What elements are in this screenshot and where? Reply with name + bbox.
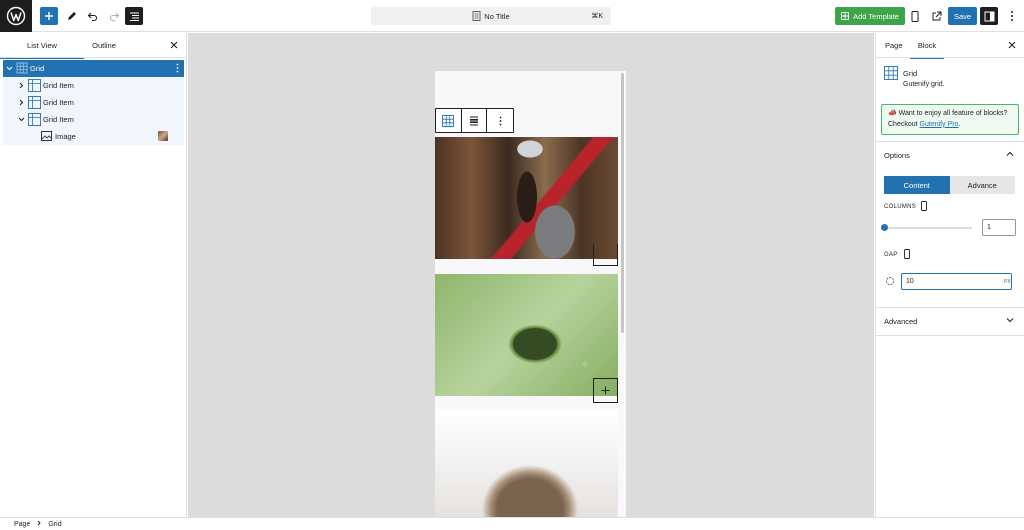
mobile-preview-icon[interactable] [906, 7, 924, 25]
tab-outline[interactable]: Outline [84, 33, 124, 58]
breadcrumb-page[interactable]: Page [14, 521, 30, 528]
chevron-down-icon[interactable] [17, 115, 25, 123]
grid-item-icon [28, 96, 41, 109]
image-thumbnail [158, 131, 168, 141]
add-block-inserter[interactable] [593, 244, 618, 266]
upgrade-notice: 📣 Want to enjoy all feature of blocks? C… [881, 104, 1019, 135]
tree-item-label: Grid Item [43, 98, 74, 107]
gap-unit[interactable]: PX [1004, 279, 1011, 285]
chevron-right-icon[interactable] [17, 81, 25, 89]
list-view-panel: List View Outline Grid Grid Item Grid It… [0, 33, 187, 517]
grid-item-icon [28, 113, 41, 126]
settings-sidebar-icon[interactable] [980, 7, 998, 25]
block-title: Grid [903, 69, 918, 78]
align-center-icon[interactable] [462, 109, 488, 132]
block-toolbar [435, 108, 514, 133]
chevron-right-icon [36, 520, 42, 528]
block-tree: Grid Grid Item Grid Item Grid Item Image [3, 60, 184, 145]
grid-block-icon [884, 66, 898, 82]
add-block-button[interactable] [40, 7, 58, 25]
save-button[interactable]: Save [948, 7, 977, 25]
settings-tabs: Page Block [876, 33, 1024, 59]
content-advance-toggle: Content Advance [884, 176, 1015, 194]
document-title: No Title [484, 11, 510, 21]
tree-item-grid-item[interactable]: Grid Item [3, 94, 184, 111]
chevron-down-icon[interactable] [1006, 316, 1014, 326]
undo-icon[interactable] [83, 7, 101, 25]
wordpress-logo-icon[interactable] [0, 0, 32, 32]
add-template-label: Add Template [853, 11, 899, 21]
tree-item-label: Image [55, 132, 76, 141]
shortcut-hint: ⌘K [591, 13, 603, 20]
document-overview-icon[interactable] [125, 7, 143, 25]
tab-content[interactable]: Content [884, 176, 950, 194]
grid-block-icon [16, 62, 28, 74]
gap-label: GAP [884, 252, 898, 258]
close-icon[interactable] [168, 39, 180, 51]
advanced-section-title[interactable]: Advanced [884, 317, 917, 326]
settings-panel: Page Block Grid Gutenify grid. 📣 Want to… [875, 33, 1024, 517]
mobile-device-icon[interactable] [904, 249, 910, 261]
mobile-device-icon[interactable] [921, 201, 927, 213]
cat-image[interactable] [435, 409, 618, 517]
columns-label: COLUMNS [884, 204, 917, 210]
tree-item-label: Grid Item [43, 115, 74, 124]
divider [876, 307, 1024, 308]
template-grid-icon [841, 12, 850, 20]
document-icon [472, 11, 481, 23]
editor-canvas[interactable] [188, 33, 874, 517]
add-template-button[interactable]: Add Template [835, 7, 905, 25]
divider [876, 141, 1024, 142]
tab-block[interactable]: Block [910, 33, 944, 59]
options-section-title[interactable]: Options [884, 151, 910, 160]
chevron-right-icon[interactable] [17, 98, 25, 106]
promo-end: . [958, 120, 961, 128]
tree-item-label: Grid [30, 64, 45, 73]
redo-icon[interactable] [105, 7, 123, 25]
columns-number-input[interactable]: 1 [982, 219, 1016, 236]
mobile-preview-frame [435, 71, 626, 517]
chevron-up-icon[interactable] [1006, 150, 1014, 160]
tree-item-grid-item[interactable]: Grid Item [3, 111, 184, 128]
block-options-icon[interactable] [176, 63, 179, 75]
more-options-icon[interactable] [1003, 7, 1021, 25]
link-sides-icon[interactable] [885, 276, 895, 288]
tree-item-grid[interactable]: Grid [3, 60, 184, 77]
scrollbar[interactable] [621, 73, 624, 333]
tree-item-image[interactable]: Image [3, 128, 184, 145]
tree-item-label: Grid Item [43, 81, 74, 90]
top-toolbar: No Title ⌘K Add Template Save [0, 0, 1024, 32]
megaphone-icon: 📣 [888, 110, 897, 117]
grid-item-icon [28, 79, 41, 92]
divider [876, 335, 1024, 336]
columns-slider-track[interactable] [884, 227, 972, 229]
grid-block-icon[interactable] [436, 109, 462, 132]
list-view-tabs: List View Outline [0, 33, 186, 59]
add-block-inserter[interactable] [593, 378, 618, 403]
command-palette-bar[interactable]: No Title ⌘K [371, 7, 611, 25]
tab-advance[interactable]: Advance [949, 176, 1015, 194]
breadcrumb-grid[interactable]: Grid [48, 521, 61, 528]
image-block-icon [41, 131, 53, 143]
block-description: Gutenify grid. [903, 81, 945, 88]
guitarist-image[interactable] [435, 137, 618, 259]
close-icon[interactable] [1006, 39, 1018, 51]
tools-pencil-icon[interactable] [62, 7, 80, 25]
block-options-icon[interactable] [487, 109, 513, 132]
chevron-down-icon[interactable] [5, 64, 13, 72]
tab-list-view[interactable]: List View [0, 33, 84, 59]
gap-input[interactable]: 10 [901, 273, 1012, 290]
frog-image[interactable] [435, 274, 618, 396]
gutenify-pro-link[interactable]: Gutenify Pro [920, 121, 959, 128]
view-external-icon[interactable] [927, 7, 945, 25]
block-card: Grid Gutenify grid. [876, 59, 1024, 99]
plus-icon [601, 386, 610, 395]
columns-slider-handle[interactable] [881, 224, 888, 231]
tree-item-grid-item[interactable]: Grid Item [3, 77, 184, 94]
tab-page[interactable]: Page [885, 33, 903, 58]
breadcrumb: Page Grid [0, 517, 1024, 530]
